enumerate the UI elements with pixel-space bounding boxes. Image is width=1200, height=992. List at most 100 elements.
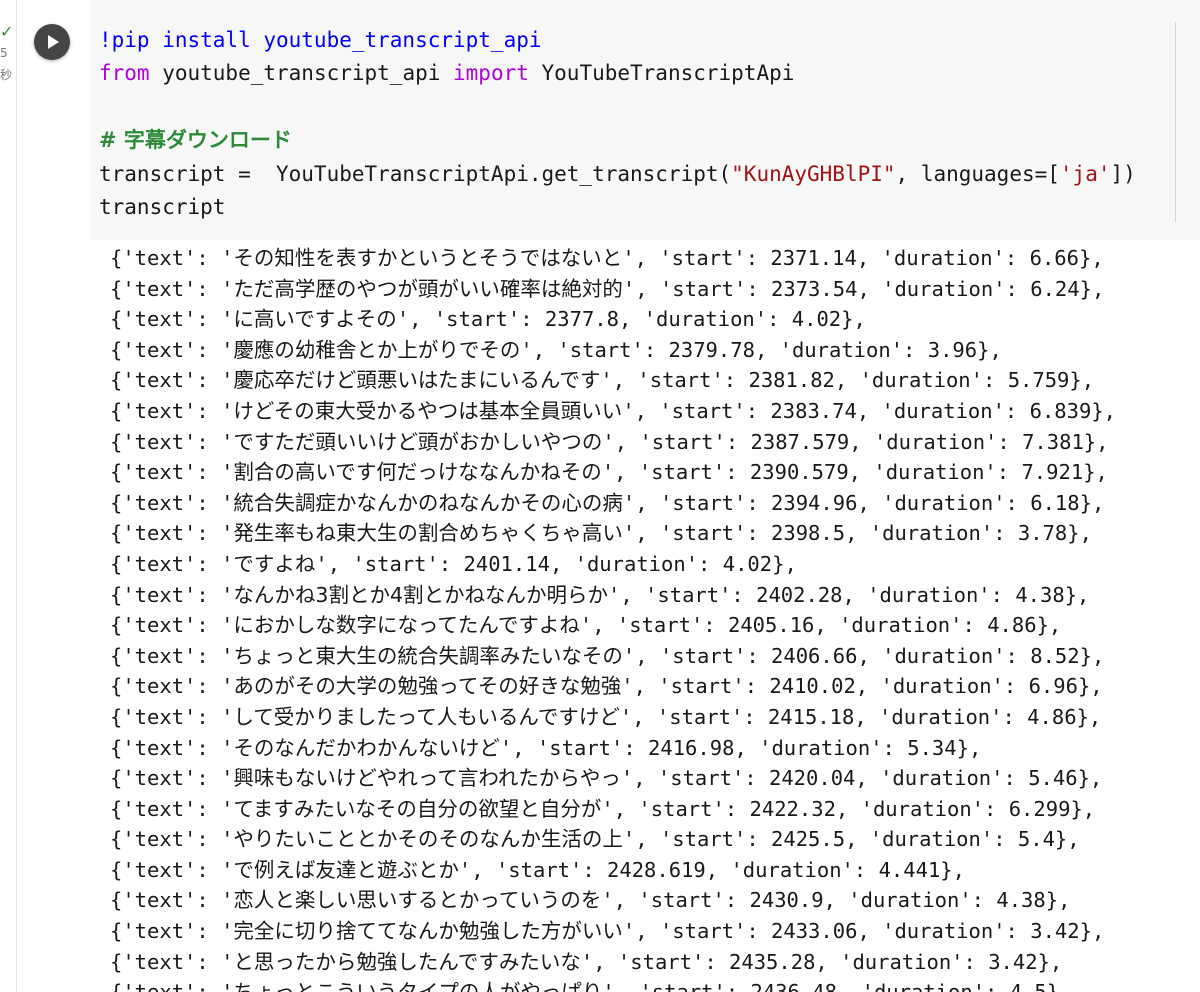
transcript-text: 統合失調症かなんかのねなんかその心の病 [233, 490, 623, 515]
assignment-call: transcript = YouTubeTranscriptApi.get_tr… [99, 161, 732, 186]
module-name: youtube_transcript_api [149, 61, 454, 86]
output-row: {'text': '恋人と楽しい思いするとかっていうのを', 'start': … [110, 885, 1116, 916]
output-key: {'text': ' [110, 766, 234, 791]
transcript-text: ですよね [233, 551, 316, 576]
start-value: 2422.32 [749, 796, 836, 821]
run-cell-button[interactable] [34, 24, 70, 60]
output-key: {'text': ' [110, 521, 234, 546]
duration-value: 4.441 [878, 857, 941, 882]
output-key: ', 'start': [608, 582, 757, 607]
output-key: {'text': ' [110, 307, 234, 332]
code-line-4: # 字幕ダウンロード [99, 124, 1136, 157]
start-value: 2383.74 [770, 398, 857, 423]
output-punct: }, [1079, 643, 1105, 668]
start-value: 2430.9 [749, 888, 824, 913]
output-punct: }, [772, 551, 797, 576]
duration-value: 5.759 [1007, 368, 1070, 393]
output-row: {'text': '慶應の幼稚舎とか上がりでその', 'start': 2379… [110, 335, 1116, 366]
transcript-text: その知性を表すかというとそうではないと [233, 246, 623, 270]
duration-value: 4.38 [1015, 582, 1065, 607]
transcript-text: 発生率もね東大生の割合めちゃくちゃ高い [233, 521, 623, 546]
output-key: {'text': ' [110, 490, 234, 515]
editor-ruler-line [1175, 22, 1176, 222]
code-line-1: !pip install youtube_transcript_api [99, 24, 1136, 57]
start-value: 2406.66 [771, 643, 858, 668]
output-row: {'text': 'して受かりましたって人もいるんですけど', 'start':… [110, 702, 1116, 733]
execution-time-unit: 秒 [0, 68, 13, 82]
output-row: {'text': 'ですよね', 'start': 2401.14, 'dura… [110, 549, 1116, 580]
output-key: ', 'start': [315, 551, 464, 576]
execution-time-value: 5 [0, 46, 8, 60]
output-key: {'text': ' [110, 337, 234, 362]
output-key: , 'duration': [835, 796, 1009, 821]
transcript-text: あのがその大学の勉強ってその好きな勉強 [233, 674, 622, 699]
duration-value: 3.78 [1017, 521, 1068, 546]
cell-execution-gutter: ✓ 5 秒 [0, 0, 17, 992]
output-row: {'text': 'に高いですよその', 'start': 2377.8, 'd… [110, 304, 1116, 335]
transcript-text: におかしな数字になってたんですよね [233, 613, 580, 638]
language-string: 'ja' [1059, 161, 1111, 186]
output-punct: }, [1083, 460, 1108, 485]
output-key: ', 'start': [622, 276, 772, 301]
start-value: 2416.98 [648, 735, 735, 760]
duration-value: 7.381 [1022, 429, 1084, 454]
output-row: {'text': 'と思ったから勉強したんですみたいな', 'start': 2… [110, 947, 1116, 978]
output-key: , 'duration': [734, 735, 908, 760]
output-key: {'text': ' [110, 460, 234, 485]
output-punct: }, [1067, 521, 1092, 546]
code-line-5: transcript = YouTubeTranscriptApi.get_tr… [99, 158, 1136, 191]
output-key: , 'duration': [842, 582, 1016, 607]
start-value: 2420.04 [768, 766, 856, 791]
output-key: {'text': ' [110, 704, 234, 729]
transcript-text: 慶應の幼稚舎とか上がりでその [233, 337, 521, 362]
output-key: , 'duration': [845, 827, 1018, 852]
output-punct: }, [1079, 919, 1105, 944]
import-name: YouTubeTranscriptApi [528, 61, 795, 86]
output-key: ', 'start': [579, 613, 728, 638]
output-row: {'text': '発生率もね東大生の割合めちゃくちゃ高い', 'start':… [110, 518, 1116, 549]
transcript-text: ただ高学歴のやつが頭がいい確率は絶対的 [233, 276, 623, 301]
output-punct: }, [940, 857, 965, 882]
duration-value: 6.96 [1028, 674, 1078, 699]
languages-arg: , languages=[ [895, 161, 1060, 186]
transcript-text: して受かりましたって人もいるんですけど [233, 704, 620, 729]
output-key: , 'duration': [705, 857, 879, 882]
output-row: {'text': 'あのがその大学の勉強ってその好きな勉強', 'start':… [110, 671, 1116, 702]
duration-value: 6.299 [1008, 796, 1071, 821]
code-cell-editor[interactable]: !pip install youtube_transcript_api from… [90, 0, 1200, 240]
transcript-text: ちょっと東大生の統合失調率みたいなその [233, 643, 623, 668]
output-key: ', 'start': [601, 460, 750, 485]
output-punct: }, [1077, 674, 1103, 699]
video-id-string: "KunAyGHBlPI" [731, 161, 896, 186]
output-key: ', 'start': [600, 368, 749, 393]
duration-value: 3.42 [988, 949, 1038, 974]
transcript-text: で例えば友達と遊ぶとか [233, 857, 459, 882]
start-value: 2436.48 [751, 980, 837, 992]
duration-value: 8.52 [1030, 643, 1080, 668]
code-lines: !pip install youtube_transcript_api from… [99, 24, 1136, 224]
output-key: ', 'start': [622, 398, 771, 423]
output-key: , 'duration': [857, 276, 1031, 301]
transcript-text: そのなんだかわかんないけど [233, 735, 500, 760]
output-key: {'text': ' [110, 796, 234, 821]
output-key: {'text': ' [110, 949, 234, 974]
output-punct: }, [1077, 766, 1103, 791]
transcript-text: てますみたいなその自分の欲望と自分が [233, 796, 602, 821]
duration-value: 3.42 [1030, 919, 1080, 944]
start-value: 2428.619 [607, 857, 706, 882]
transcript-text: 恋人と楽しい思いするとかっていうのを [233, 888, 602, 913]
output-punct: }, [956, 735, 982, 760]
output-punct: }, [1045, 888, 1071, 913]
output-key: ', 'start': [602, 429, 751, 454]
start-value: 2435.28 [729, 949, 816, 974]
output-key: ', 'start': [621, 674, 770, 699]
duration-value: 5.46 [1028, 766, 1078, 791]
output-row: {'text': '統合失調症かなんかのねなんかその心の病', 'start':… [110, 488, 1116, 519]
output-key: {'text': ' [110, 276, 234, 301]
output-key: ', 'start': [520, 337, 669, 362]
execution-status-check-icon: ✓ [0, 22, 14, 41]
start-value: 2371.14 [770, 246, 857, 270]
output-punct: }, [1076, 704, 1102, 729]
output-key: ', 'start': [622, 643, 772, 668]
output-row: {'text': 'で例えば友達と遊ぶとか', 'start': 2428.61… [110, 855, 1116, 886]
